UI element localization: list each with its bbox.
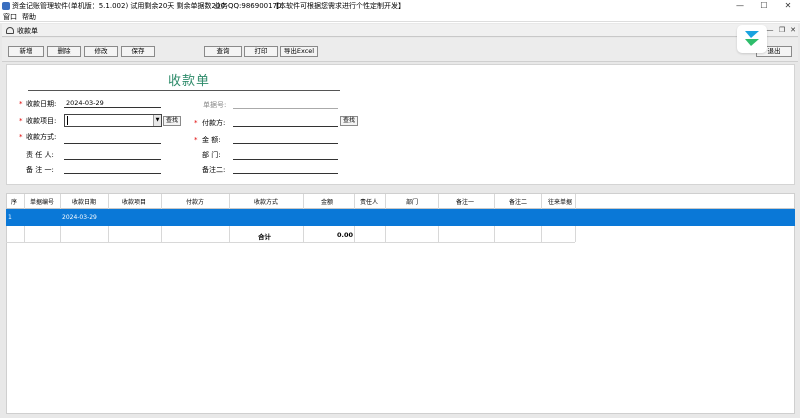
add-button[interactable]: 新增	[8, 46, 44, 57]
receipt-method-label: 收款方式:	[26, 133, 57, 141]
menubar: 窗口 帮助	[0, 12, 800, 22]
required-marker: *	[194, 136, 198, 144]
minimize-icon[interactable]: —	[728, 0, 752, 12]
query-button[interactable]: 查询	[204, 46, 242, 57]
receipt-method-field[interactable]	[64, 143, 161, 144]
child-close-icon[interactable]: ✕	[787, 25, 799, 35]
app-logo	[737, 25, 767, 53]
required-marker: *	[19, 133, 23, 141]
grid-header-amount[interactable]: 金额	[321, 197, 333, 206]
grid-header-item[interactable]: 收款项目	[122, 197, 146, 206]
child-window-title: 收款单	[17, 27, 38, 35]
close-icon[interactable]: ✕	[776, 0, 800, 12]
required-marker: *	[19, 100, 23, 108]
required-marker: *	[19, 117, 23, 125]
amount-field[interactable]	[233, 143, 338, 144]
doc-number-label: 单据号:	[203, 101, 227, 109]
app-icon	[2, 2, 10, 10]
row-date: 2024-03-29	[62, 214, 97, 221]
amount-label: 金 额:	[202, 136, 221, 144]
table-row[interactable]	[6, 209, 795, 226]
grid-header-related-doc[interactable]: 往来单据	[548, 197, 572, 206]
item-lookup-button[interactable]: 查找	[163, 116, 181, 126]
grid-header-date[interactable]: 收款日期	[72, 197, 96, 206]
department-label: 部 门:	[202, 151, 221, 159]
child-window-titlebar: 收款单	[2, 24, 798, 37]
payer-label: 付款方:	[202, 119, 226, 127]
note2-label: 备注二:	[202, 166, 226, 174]
receipt-date-label: 收款日期:	[26, 100, 57, 108]
total-amount: 0.00	[337, 231, 354, 239]
responsible-person-label: 责 任 人:	[26, 151, 54, 159]
doc-number-field	[233, 108, 338, 109]
total-label: 合计	[258, 233, 271, 241]
maximize-icon[interactable]: ☐	[752, 0, 776, 12]
window-title: 资金记账管理软件(单机版：5.1.002) 试用剩余20天 剩余单据数200	[12, 2, 225, 10]
child-minimize-icon[interactable]: —	[764, 25, 776, 35]
department-field[interactable]	[233, 159, 338, 160]
note1-label: 备 注 一:	[26, 166, 54, 174]
chevron-down-icon[interactable]: ▼	[153, 115, 161, 126]
export-excel-button[interactable]: 导出Excel	[280, 46, 318, 57]
form-title: 收款单	[168, 74, 211, 89]
print-button[interactable]: 打印	[244, 46, 278, 57]
delete-button[interactable]: 删除	[47, 46, 81, 57]
toolbar: 新增 删除 修改 保存 查询 打印 导出Excel 退出	[2, 38, 798, 62]
save-button[interactable]: 保存	[121, 46, 155, 57]
note1-field[interactable]	[64, 173, 161, 174]
grid-header-person[interactable]: 责任人	[360, 197, 378, 206]
grid-header-dept[interactable]: 部门	[406, 197, 418, 206]
custom-dev-notice: 【本软件可根据您需求进行个性定制开发】	[272, 2, 405, 10]
title-underline	[28, 90, 340, 91]
menu-window[interactable]: 窗口	[3, 12, 17, 22]
edit-button[interactable]: 修改	[84, 46, 118, 57]
row-seq: 1	[8, 214, 12, 221]
document-icon	[6, 27, 14, 34]
receipt-item-label: 收款项目:	[26, 117, 57, 125]
grid-header-note1[interactable]: 备注一	[456, 197, 474, 206]
required-marker: *	[194, 119, 198, 127]
grid-header-doc-no[interactable]: 单据编号	[30, 197, 54, 206]
grid-header-payer[interactable]: 付款方	[186, 197, 204, 206]
window-titlebar: 资金记账管理软件(单机版：5.1.002) 试用剩余20天 剩余单据数200 业…	[0, 0, 800, 12]
responsible-person-field[interactable]	[64, 159, 161, 160]
menu-help[interactable]: 帮助	[22, 12, 36, 22]
receipt-item-combo[interactable]: ▼	[64, 114, 162, 127]
payer-lookup-button[interactable]: 查找	[340, 116, 358, 126]
grid-header-seq[interactable]: 序	[11, 197, 17, 206]
payer-field[interactable]	[233, 126, 338, 127]
note2-field[interactable]	[233, 173, 338, 174]
receipt-grid	[6, 193, 795, 414]
grid-header-note2[interactable]: 备注二	[509, 197, 527, 206]
grid-header-method[interactable]: 收款方式	[254, 197, 278, 206]
receipt-date-field[interactable]: 2024-03-29	[66, 99, 104, 107]
